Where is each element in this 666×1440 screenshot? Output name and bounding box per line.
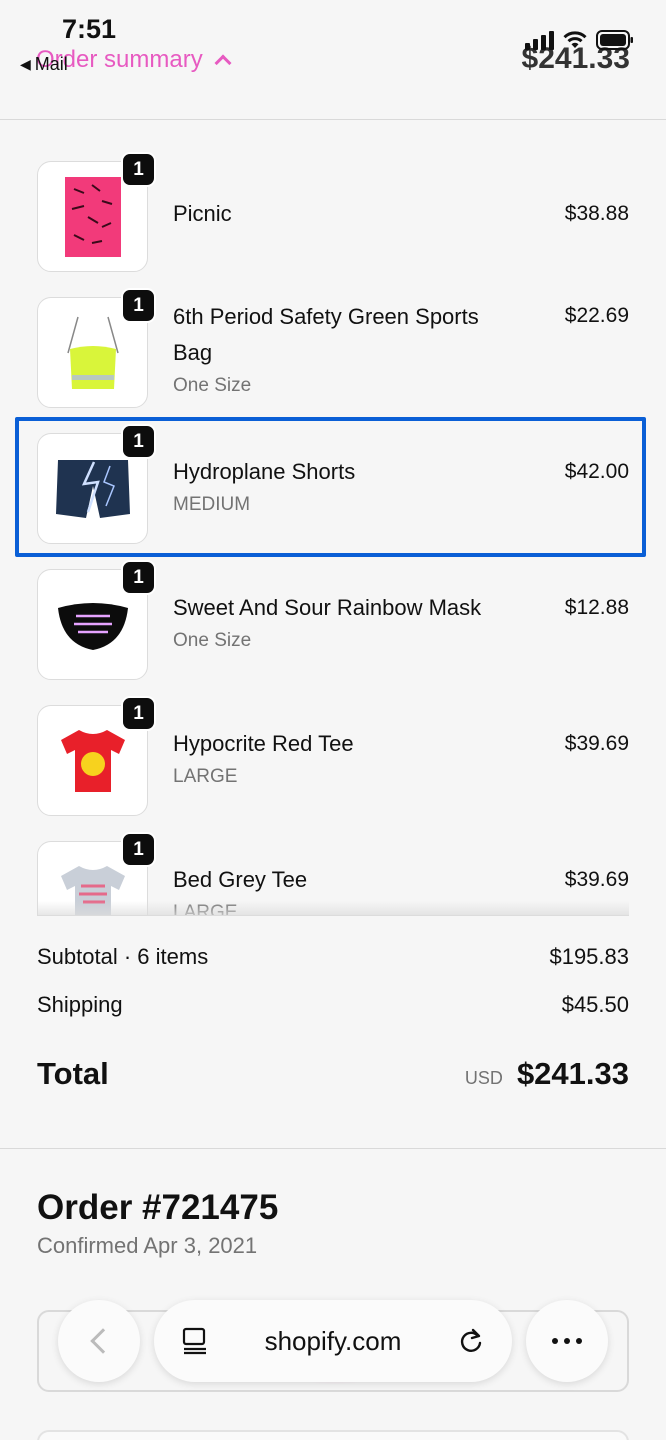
reload-icon[interactable] xyxy=(456,1326,486,1361)
cellular-signal-icon xyxy=(525,30,554,50)
shipping-value: $45.50 xyxy=(561,992,629,1017)
status-time: 7:51 xyxy=(62,14,117,44)
total-value: $241.33 xyxy=(516,1056,629,1091)
product-name: Sweet And Sour Rainbow Mask xyxy=(173,595,482,620)
product-price: $39.69 xyxy=(564,732,629,755)
back-app-label: Mail xyxy=(34,54,68,74)
product-row: 1 Hypocrite Red Tee LARGE $39.69 xyxy=(0,665,666,816)
more-options-button[interactable] xyxy=(526,1300,608,1382)
green-drawstring-bag-icon xyxy=(66,316,119,389)
product-price: $38.88 xyxy=(564,202,629,225)
product-variant: One Size xyxy=(173,630,252,651)
product-name: 6th Period Safety Green Sports Bag xyxy=(173,304,479,365)
order-confirmed-date: Confirmed Apr 3, 2021 xyxy=(37,1233,258,1258)
product-price: $12.88 xyxy=(564,596,629,619)
product-price: $39.69 xyxy=(564,868,629,891)
wifi-icon xyxy=(562,30,588,50)
product-price: $22.69 xyxy=(564,304,629,327)
red-tee-icon xyxy=(60,729,125,792)
product-name: Picnic xyxy=(173,201,232,226)
product-row: 1 6th Period Safety Green Sports Bag One… xyxy=(0,257,666,408)
total-row: Total USD $241.33 xyxy=(37,1056,629,1092)
selected-item-highlight xyxy=(15,417,646,557)
list-scroll-fade xyxy=(37,901,629,916)
product-name: Hypocrite Red Tee xyxy=(173,731,354,756)
back-to-mail-link[interactable]: ◀ Mail xyxy=(20,54,68,75)
subtotal-value: $195.83 xyxy=(549,944,629,969)
shipping-label: Shipping xyxy=(37,992,123,1017)
quantity-badge: 1 xyxy=(121,832,156,867)
section-divider xyxy=(0,1148,666,1149)
quantity-badge: 1 xyxy=(121,288,156,323)
product-variant: LARGE xyxy=(173,766,238,787)
list-divider xyxy=(37,915,629,916)
subtotal-label: Subtotal · 6 items xyxy=(37,944,209,969)
next-card xyxy=(37,1430,629,1440)
chevron-up-icon xyxy=(214,54,232,72)
product-row: 1 Bed Grey Tee LARGE $39.69 xyxy=(0,801,666,916)
order-summary-header: Order summary 7:51 ◀ Mail $241.33 xyxy=(0,0,666,120)
system-icons xyxy=(525,30,634,50)
browser-back-button[interactable] xyxy=(58,1300,140,1382)
shipping-row: Shipping $45.50 xyxy=(37,992,629,1018)
order-number: Order #721475 xyxy=(37,1188,279,1227)
product-name: Bed Grey Tee xyxy=(173,867,308,892)
dot-icon xyxy=(564,1338,570,1344)
dot-icon xyxy=(552,1338,558,1344)
pink-towel-icon xyxy=(64,176,121,257)
black-mask-icon xyxy=(57,602,128,650)
battery-icon xyxy=(596,30,634,50)
total-amount-group: USD $241.33 xyxy=(465,1056,629,1092)
product-row: 1 Picnic $38.88 xyxy=(0,121,666,272)
quantity-badge: 1 xyxy=(121,560,156,595)
quantity-badge: 1 xyxy=(121,152,156,187)
quantity-badge: 1 xyxy=(121,696,156,731)
subtotal-row: Subtotal · 6 items $195.83 xyxy=(37,944,629,970)
total-label: Total xyxy=(37,1056,109,1091)
currency-code: USD xyxy=(464,1068,503,1088)
address-bar[interactable]: shopify.com xyxy=(154,1300,512,1382)
dot-icon xyxy=(576,1338,582,1344)
chevron-left-icon xyxy=(90,1328,116,1354)
back-triangle-icon: ◀ xyxy=(20,56,31,72)
